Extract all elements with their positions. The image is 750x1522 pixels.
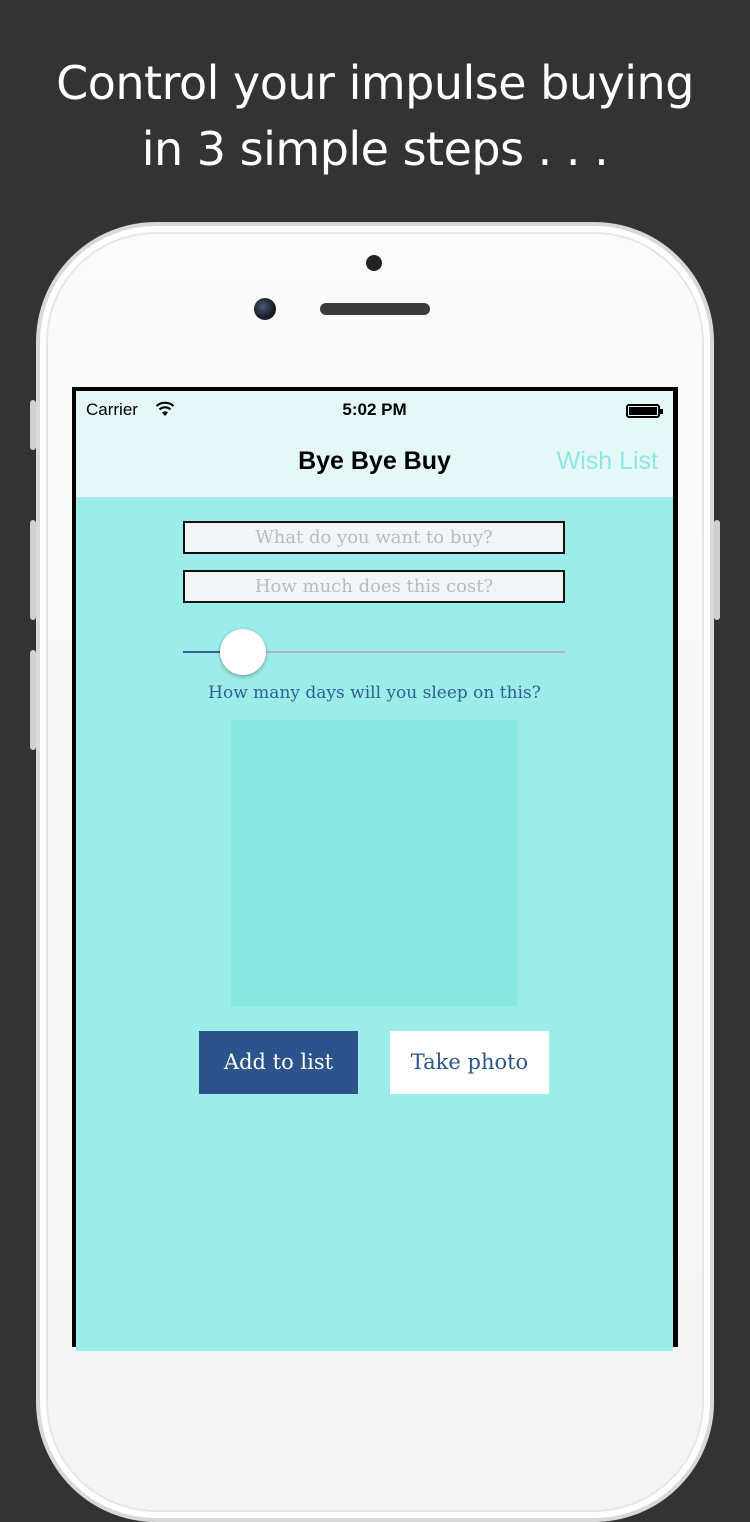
headline-line-1: Control your impulse buying [56, 56, 694, 110]
item-name-input[interactable] [183, 521, 565, 554]
slider-track-empty [243, 651, 565, 653]
phone-volume-down [30, 650, 36, 750]
status-bar: Carrier 5:02 PM [76, 391, 673, 431]
item-cost-input[interactable] [183, 570, 565, 603]
proximity-sensor [366, 255, 382, 271]
add-to-list-button[interactable]: Add to list [199, 1031, 358, 1094]
phone-screen: Carrier 5:02 PM Bye Bye Buy Wish List Ho… [72, 387, 678, 1351]
take-photo-button[interactable]: Take photo [390, 1031, 549, 1094]
slider-thumb[interactable] [220, 629, 266, 675]
app-screen: Carrier 5:02 PM Bye Bye Buy Wish List Ho… [76, 391, 673, 1351]
earpiece-speaker [320, 303, 430, 315]
phone-power-button [714, 520, 720, 620]
headline: Control your impulse buying in 3 simple … [0, 50, 750, 182]
headline-line-2: in 3 simple steps . . . [141, 122, 609, 176]
navigation-bar: Bye Bye Buy Wish List [76, 431, 673, 498]
status-time: 5:02 PM [342, 400, 407, 419]
photo-preview [231, 720, 517, 1006]
battery-icon [626, 404, 663, 418]
slider-label: How many days will you sleep on this? [208, 683, 541, 703]
phone-silent-switch [30, 400, 36, 450]
wish-list-button[interactable]: Wish List [557, 447, 658, 476]
phone-volume-up [30, 520, 36, 620]
front-camera [254, 298, 276, 320]
